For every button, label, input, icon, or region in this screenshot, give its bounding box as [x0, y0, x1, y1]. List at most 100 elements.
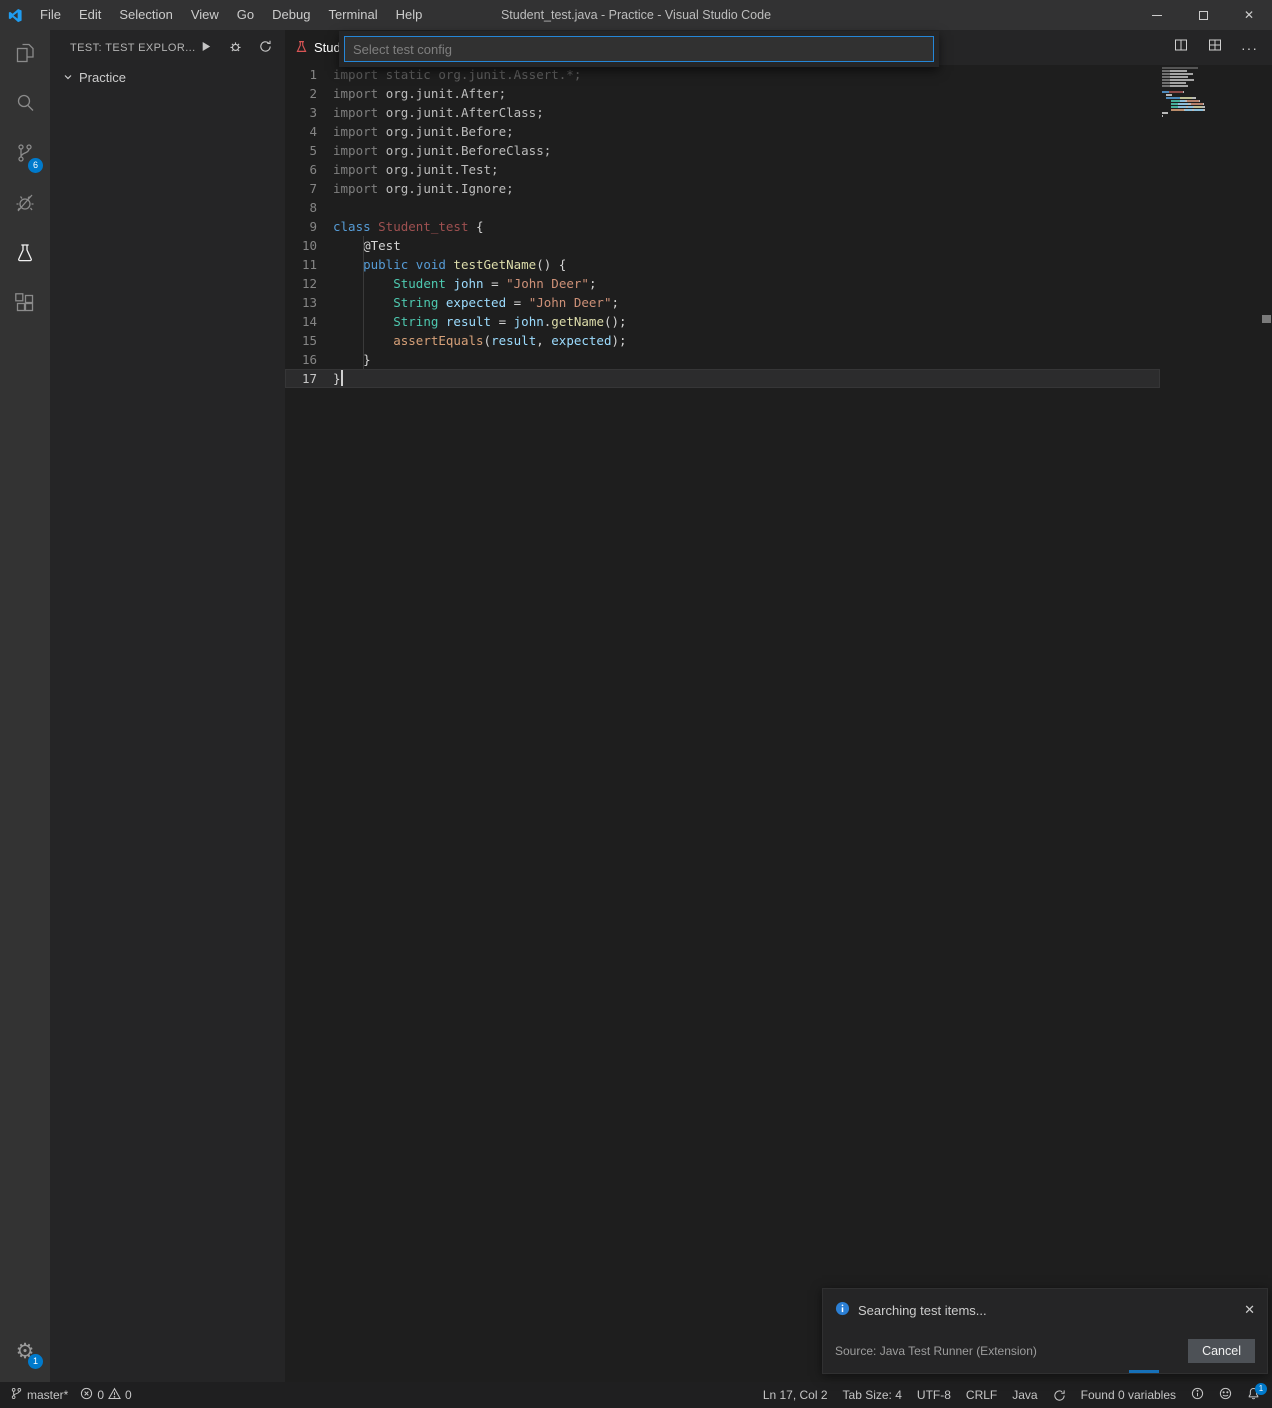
language-mode-status[interactable]: Java — [1012, 1388, 1037, 1402]
line-number[interactable]: 2 — [285, 84, 333, 103]
maximize-icon — [1198, 10, 1208, 20]
menu-help[interactable]: Help — [387, 0, 432, 30]
code-line-12[interactable]: 12 Student john = "John Deer"; — [285, 274, 1160, 293]
git-branch-icon — [10, 1387, 23, 1403]
info-circle-icon — [835, 1301, 850, 1319]
line-number[interactable]: 13 — [285, 293, 333, 312]
code-line-9[interactable]: 9 class Student_test { — [285, 217, 1160, 236]
menu-file[interactable]: File — [31, 0, 70, 30]
code-line-4[interactable]: 4 import org.junit.Before; — [285, 122, 1160, 141]
search-icon — [13, 91, 37, 120]
code-line-8[interactable]: 8 — [285, 198, 1160, 217]
window-title: Student_test.java - Practice - Visual St… — [500, 8, 772, 22]
line-number[interactable]: 14 — [285, 312, 333, 331]
line-number[interactable]: 6 — [285, 160, 333, 179]
maximize-button[interactable] — [1180, 0, 1226, 30]
variables-status[interactable]: Found 0 variables — [1081, 1388, 1176, 1402]
minimize-icon — [1152, 14, 1162, 16]
encoding-status[interactable]: UTF-8 — [917, 1388, 951, 1402]
code-line-16[interactable]: 16 } — [285, 350, 1160, 369]
quick-input-widget — [339, 31, 939, 67]
extensions-icon — [13, 291, 37, 320]
code-line-13[interactable]: 13 String expected = "John Deer"; — [285, 293, 1160, 312]
menu-view[interactable]: View — [182, 0, 228, 30]
notification-count-badge: 1 — [1255, 1383, 1267, 1395]
code-line-2[interactable]: 2 import org.junit.After; — [285, 84, 1160, 103]
feedback-smiley-button[interactable] — [1219, 1387, 1232, 1403]
line-number[interactable]: 9 — [285, 217, 333, 236]
code-line-10[interactable]: 10 @Test — [285, 236, 1160, 255]
notification-toast: Searching test items... ✕ Source: Java T… — [822, 1288, 1268, 1374]
close-button[interactable]: ✕ — [1226, 0, 1272, 30]
sidebar-title: TEST: TEST EXPLOR... — [70, 42, 196, 54]
activity-extensions-button[interactable] — [0, 280, 50, 330]
info-status-button[interactable] — [1191, 1387, 1204, 1403]
tree-item-practice[interactable]: Practice — [50, 66, 285, 88]
menu-go[interactable]: Go — [228, 0, 263, 30]
activity-test-button[interactable] — [0, 230, 50, 280]
line-number[interactable]: 15 — [285, 331, 333, 350]
line-number[interactable]: 16 — [285, 350, 333, 369]
cursor-position-status[interactable]: Ln 17, Col 2 — [763, 1388, 828, 1402]
code-line-15[interactable]: 15 assertEquals(result, expected); — [285, 331, 1160, 350]
activity-explorer-button[interactable] — [0, 30, 50, 80]
line-number[interactable]: 17 — [285, 369, 333, 388]
line-number[interactable]: 12 — [285, 274, 333, 293]
git-branch-status[interactable]: master* — [10, 1387, 68, 1403]
eol-status[interactable]: CRLF — [966, 1388, 997, 1402]
explorer-icon — [13, 41, 37, 70]
activity-source-control-button[interactable]: 6 — [0, 130, 50, 180]
line-number[interactable]: 4 — [285, 122, 333, 141]
code-line-17[interactable]: 17} — [285, 369, 1160, 388]
menu-edit[interactable]: Edit — [70, 0, 110, 30]
editor-actions: ··· — [1173, 30, 1272, 65]
run-all-tests-button[interactable] — [198, 39, 213, 57]
menu-bar: File Edit Selection View Go Debug Terminal Help — [31, 0, 431, 30]
notifications-bell-button[interactable]: 1 — [1247, 1383, 1267, 1403]
notification-close-icon[interactable]: ✕ — [1244, 1302, 1255, 1318]
chevron-down-icon — [63, 72, 73, 82]
close-icon: ✕ — [1243, 8, 1255, 22]
debug-icon — [13, 191, 37, 220]
menu-selection[interactable]: Selection — [110, 0, 181, 30]
line-number[interactable]: 11 — [285, 255, 333, 274]
activity-debug-button[interactable] — [0, 180, 50, 230]
code-line-1[interactable]: 1 import static org.junit.Assert.*; — [285, 65, 1160, 84]
java-status-icon[interactable] — [1053, 1389, 1066, 1402]
menu-terminal[interactable]: Terminal — [319, 0, 386, 30]
sidebar-test-explorer: TEST: TEST EXPLOR... Practice — [50, 30, 285, 1382]
line-number[interactable]: 1 — [285, 65, 333, 84]
code-line-14[interactable]: 14 String result = john.getName(); — [285, 312, 1160, 331]
minimize-button[interactable] — [1134, 0, 1180, 30]
minimap[interactable] — [1162, 67, 1262, 118]
split-editor-icon[interactable] — [1173, 37, 1189, 58]
menu-debug[interactable]: Debug — [263, 0, 319, 30]
code-lines[interactable]: 1 import static org.junit.Assert.*; 2 impor… — [285, 65, 1160, 388]
notification-message: Searching test items... — [858, 1302, 987, 1318]
debug-tests-button[interactable] — [228, 39, 243, 57]
line-number[interactable]: 8 — [285, 198, 333, 217]
cancel-button[interactable]: Cancel — [1188, 1339, 1255, 1363]
status-bar: master* 0 0 Ln 17, Col 2 Tab Size: 4 UTF… — [0, 1382, 1272, 1408]
code-line-5[interactable]: 5 import org.junit.BeforeClass; — [285, 141, 1160, 160]
code-line-11[interactable]: 11 public void testGetName() { — [285, 255, 1160, 274]
line-number[interactable]: 7 — [285, 179, 333, 198]
branch-label: master* — [27, 1388, 69, 1402]
test-beaker-icon — [13, 241, 37, 270]
problems-status[interactable]: 0 0 — [80, 1387, 132, 1403]
more-actions-icon[interactable]: ··· — [1241, 40, 1258, 56]
settings-gear-button[interactable]: ⚙ 1 — [0, 1326, 50, 1376]
code-line-7[interactable]: 7 import org.junit.Ignore; — [285, 179, 1160, 198]
activity-bar: 6 ⚙ 1 — [0, 30, 50, 1382]
line-number[interactable]: 10 — [285, 236, 333, 255]
editor-layout-icon[interactable] — [1207, 37, 1223, 58]
activity-search-button[interactable] — [0, 80, 50, 130]
line-number[interactable]: 5 — [285, 141, 333, 160]
code-line-6[interactable]: 6 import org.junit.Test; — [285, 160, 1160, 179]
line-number[interactable]: 3 — [285, 103, 333, 122]
tab-size-status[interactable]: Tab Size: 4 — [843, 1388, 902, 1402]
code-line-3[interactable]: 3 import org.junit.AfterClass; — [285, 103, 1160, 122]
refresh-tests-button[interactable] — [258, 39, 273, 57]
quick-input-field[interactable] — [344, 36, 934, 62]
sidebar-header: TEST: TEST EXPLOR... — [50, 30, 285, 66]
